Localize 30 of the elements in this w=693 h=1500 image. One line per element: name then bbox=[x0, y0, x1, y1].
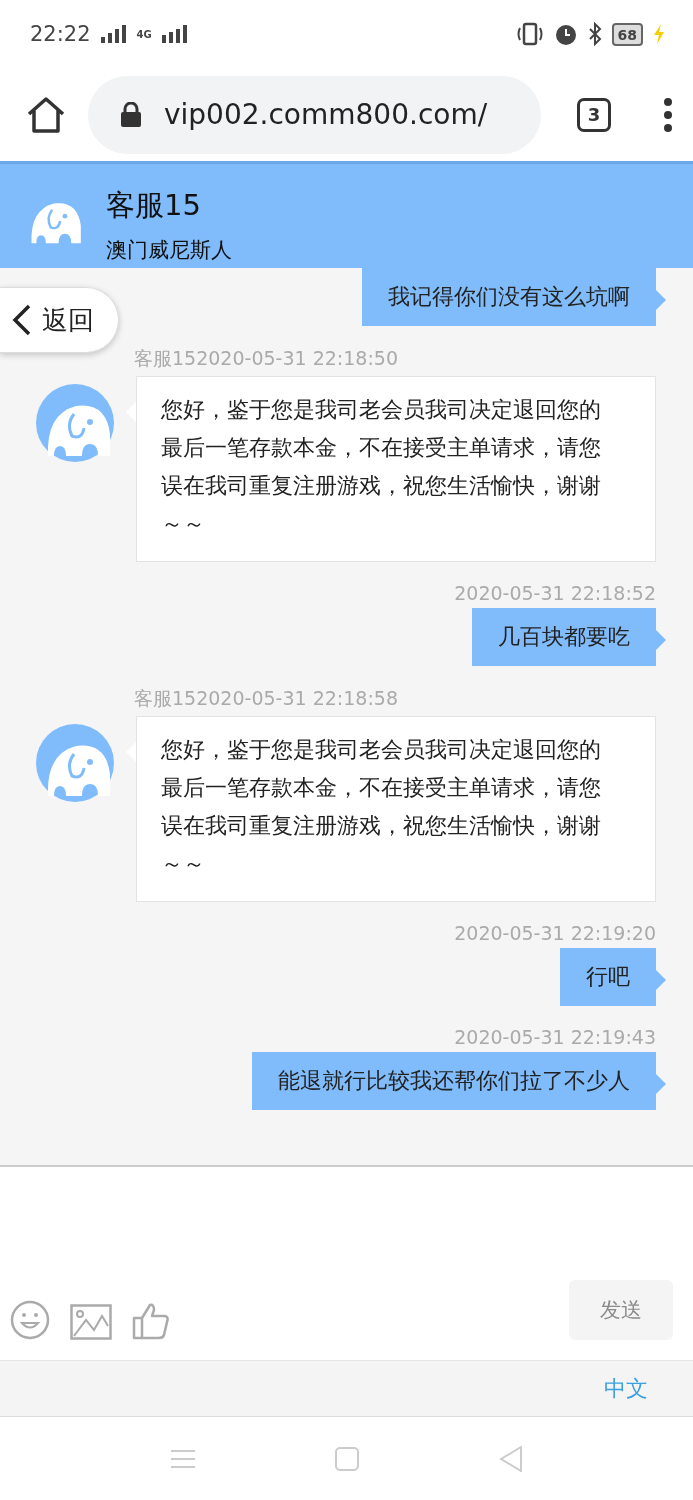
lock-icon bbox=[120, 101, 142, 128]
chevron-left-icon bbox=[12, 304, 32, 336]
network-type: 4G bbox=[136, 28, 152, 40]
bluetooth-icon bbox=[587, 22, 602, 46]
clock-time: 22:22 bbox=[30, 22, 91, 46]
message-sender-time: 客服152020-05-31 22:18:58 bbox=[134, 686, 399, 711]
message-sender-time: 客服152020-05-31 22:18:50 bbox=[134, 346, 399, 371]
chat-subtitle: 澳门威尼斯人 bbox=[106, 237, 232, 264]
address-bar[interactable]: vip002.comm800.com/ bbox=[88, 75, 541, 154]
message-time: 2020-05-31 22:19:43 bbox=[454, 1026, 656, 1048]
back-button[interactable]: 返回 bbox=[0, 287, 119, 353]
back-triangle-icon[interactable] bbox=[498, 1445, 523, 1472]
message-time: 2020-05-31 22:19:20 bbox=[454, 922, 656, 944]
url-text: vip002.comm800.com/ bbox=[164, 98, 488, 131]
signal-icon bbox=[100, 25, 127, 43]
menu-icon[interactable] bbox=[663, 96, 673, 133]
message-time: 2020-05-31 22:18:52 bbox=[454, 582, 656, 604]
elephant-avatar-icon bbox=[36, 724, 114, 802]
alarm-icon bbox=[553, 22, 578, 46]
signal-icon bbox=[161, 25, 188, 43]
vibrate-icon bbox=[515, 22, 544, 46]
battery-icon: 68 bbox=[611, 22, 643, 46]
smiley-icon[interactable] bbox=[10, 1300, 50, 1340]
image-icon[interactable] bbox=[70, 1304, 112, 1340]
tab-count[interactable]: 3 bbox=[577, 97, 611, 132]
home-square-icon[interactable] bbox=[334, 1446, 359, 1471]
thumbs-up-icon[interactable] bbox=[132, 1302, 170, 1340]
elephant-avatar-icon bbox=[36, 384, 114, 462]
home-icon[interactable] bbox=[26, 95, 66, 134]
chat-title: 客服15 bbox=[106, 187, 202, 224]
